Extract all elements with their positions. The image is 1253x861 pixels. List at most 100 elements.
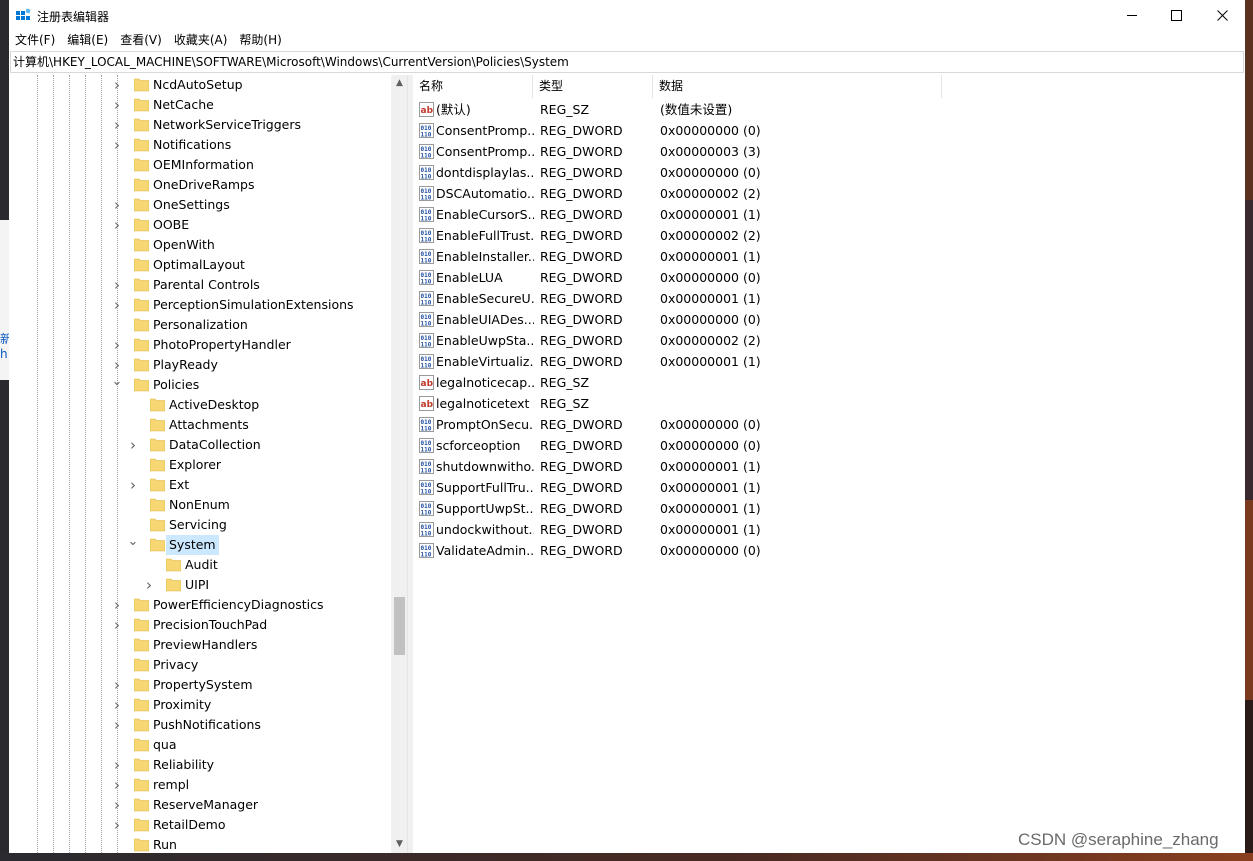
value-row[interactable]: 010 110 EnableVirtualiz... REG_DWORD 0x00000… xyxy=(413,351,1245,372)
value-row[interactable]: 010 110 dontdisplaylas... REG_DWORD 0x000000… xyxy=(413,162,1245,183)
menu-help[interactable]: 帮助(H) xyxy=(233,30,287,50)
chevron-down-icon[interactable]: ⌄ xyxy=(127,535,139,555)
chevron-right-icon[interactable]: › xyxy=(111,675,123,695)
value-name: SupportFullTru... xyxy=(436,480,534,495)
menu-view[interactable]: 查看(V) xyxy=(114,30,168,50)
folder-icon xyxy=(133,257,150,272)
chevron-right-icon[interactable]: › xyxy=(111,355,123,375)
folder-icon xyxy=(133,277,150,292)
menu-favorites[interactable]: 收藏夹(A) xyxy=(168,30,234,50)
maximize-button[interactable] xyxy=(1153,0,1199,30)
folder-icon xyxy=(133,817,150,832)
value-type: REG_DWORD xyxy=(540,249,623,264)
value-row[interactable]: 010 110 EnableInstaller... REG_DWORD 0x00000… xyxy=(413,246,1245,267)
folder-icon xyxy=(149,537,166,552)
folder-icon xyxy=(133,337,150,352)
chevron-right-icon[interactable]: › xyxy=(111,715,123,735)
title-bar[interactable]: 注册表编辑器 xyxy=(9,0,1245,30)
scroll-up-arrow-icon[interactable]: ▲ xyxy=(391,75,407,92)
value-row[interactable]: 010 110 scforceoption REG_DWORD 0x00000000 (… xyxy=(413,435,1245,456)
tree-node-label: rempl xyxy=(153,777,190,792)
value-row[interactable]: 010 110 EnableCursorS... REG_DWORD 0x0000000… xyxy=(413,204,1245,225)
tree-node-label: PlayReady xyxy=(153,357,218,372)
value-data: 0x00000002 (2) xyxy=(660,186,761,201)
chevron-right-icon[interactable]: › xyxy=(111,115,123,135)
value-data: 0x00000001 (1) xyxy=(660,354,761,369)
value-data: 0x00000000 (0) xyxy=(660,270,761,285)
value-row[interactable]: 010 110 EnableSecureU... REG_DWORD 0x0000000… xyxy=(413,288,1245,309)
chevron-right-icon[interactable]: › xyxy=(127,435,139,455)
menu-edit[interactable]: 编辑(E) xyxy=(61,30,114,50)
value-name: legalnoticecap... xyxy=(436,375,534,390)
folder-icon xyxy=(133,797,150,812)
chevron-right-icon[interactable]: › xyxy=(111,195,123,215)
value-row[interactable]: 010 110 EnableUIADes... REG_DWORD 0x00000000… xyxy=(413,309,1245,330)
svg-text:110: 110 xyxy=(421,363,432,370)
chevron-right-icon[interactable]: › xyxy=(111,275,123,295)
chevron-right-icon[interactable]: › xyxy=(111,75,123,95)
value-row[interactable]: 010 110 SupportFullTru... REG_DWORD 0x000000… xyxy=(413,477,1245,498)
value-row[interactable]: 010 110 SupportUwpSt... REG_DWORD 0x00000001… xyxy=(413,498,1245,519)
tree-node-label: Servicing xyxy=(169,517,227,532)
value-row[interactable]: ab (默认) REG_SZ (数值未设置) xyxy=(413,99,1245,120)
chevron-right-icon[interactable]: › xyxy=(143,575,155,595)
column-header-data[interactable]: 数据 xyxy=(653,75,942,98)
scrollbar-thumb[interactable] xyxy=(394,597,405,655)
svg-text:110: 110 xyxy=(421,279,432,286)
value-row[interactable]: 010 110 undockwithout... REG_DWORD 0x0000000… xyxy=(413,519,1245,540)
value-row[interactable]: 010 110 EnableLUA REG_DWORD 0x00000000 (0) xyxy=(413,267,1245,288)
value-name: EnableUIADes... xyxy=(436,312,534,327)
chevron-right-icon[interactable]: › xyxy=(127,475,139,495)
chevron-right-icon[interactable]: › xyxy=(111,775,123,795)
value-row[interactable]: 010 110 ConsentPromp... REG_DWORD 0x00000003… xyxy=(413,141,1245,162)
tree-scrollbar[interactable]: ▲ ▼ xyxy=(391,75,407,853)
value-row[interactable]: ab legalnoticetext REG_SZ xyxy=(413,393,1245,414)
menu-file[interactable]: 文件(F) xyxy=(9,30,61,50)
chevron-right-icon[interactable]: › xyxy=(111,215,123,235)
value-row[interactable]: 010 110 EnableUwpSta... REG_DWORD 0x00000002… xyxy=(413,330,1245,351)
string-value-icon: ab xyxy=(419,102,434,117)
value-row[interactable]: 010 110 EnableFullTrust... REG_DWORD 0x00000… xyxy=(413,225,1245,246)
chevron-right-icon[interactable]: › xyxy=(111,615,123,635)
value-row[interactable]: 010 110 PromptOnSecu... REG_DWORD 0x00000000… xyxy=(413,414,1245,435)
chevron-right-icon[interactable]: › xyxy=(111,695,123,715)
address-bar[interactable]: 计算机\HKEY_LOCAL_MACHINE\SOFTWARE\Microsof… xyxy=(10,51,1244,73)
chevron-right-icon[interactable]: › xyxy=(111,795,123,815)
chevron-right-icon[interactable]: › xyxy=(111,135,123,155)
value-name: EnableInstaller... xyxy=(436,249,534,264)
folder-icon xyxy=(133,237,150,252)
scroll-down-arrow-icon[interactable]: ▼ xyxy=(391,836,407,853)
tree-node-label: NetCache xyxy=(153,97,214,112)
close-button[interactable] xyxy=(1199,0,1245,30)
chevron-down-icon[interactable]: ⌄ xyxy=(111,375,123,395)
value-row[interactable]: 010 110 DSCAutomatio... REG_DWORD 0x00000002… xyxy=(413,183,1245,204)
tree-node-label: NetworkServiceTriggers xyxy=(153,117,302,132)
chevron-right-icon[interactable]: › xyxy=(111,595,123,615)
folder-icon xyxy=(133,617,150,632)
value-type: REG_DWORD xyxy=(540,522,623,537)
folder-icon xyxy=(133,697,150,712)
value-name: dontdisplaylas... xyxy=(436,165,534,180)
chevron-right-icon[interactable]: › xyxy=(111,295,123,315)
chevron-right-icon[interactable]: › xyxy=(111,335,123,355)
minimize-button[interactable] xyxy=(1109,0,1155,30)
tree-node-label: OneSettings xyxy=(153,197,230,212)
tree-node-label: ActiveDesktop xyxy=(169,397,260,412)
value-row[interactable]: 010 110 ConsentPromp... REG_DWORD 0x00000000… xyxy=(413,120,1245,141)
column-header-name[interactable]: 名称 xyxy=(413,75,533,98)
column-header-type[interactable]: 类型 xyxy=(533,75,653,98)
value-row[interactable]: 010 110 shutdownwitho... REG_DWORD 0x0000000… xyxy=(413,456,1245,477)
chevron-right-icon[interactable]: › xyxy=(111,815,123,835)
value-row[interactable]: ab legalnoticecap... REG_SZ xyxy=(413,372,1245,393)
value-type: REG_SZ xyxy=(540,396,590,411)
binary-value-icon: 010 110 xyxy=(419,354,434,370)
tree-node-label: Run xyxy=(153,837,177,852)
value-data: 0x00000003 (3) xyxy=(660,144,761,159)
value-row[interactable]: 010 110 ValidateAdmin... REG_DWORD 0x0000000… xyxy=(413,540,1245,561)
chevron-right-icon[interactable]: › xyxy=(111,755,123,775)
chevron-right-icon[interactable]: › xyxy=(111,95,123,115)
value-data: 0x00000000 (0) xyxy=(660,438,761,453)
